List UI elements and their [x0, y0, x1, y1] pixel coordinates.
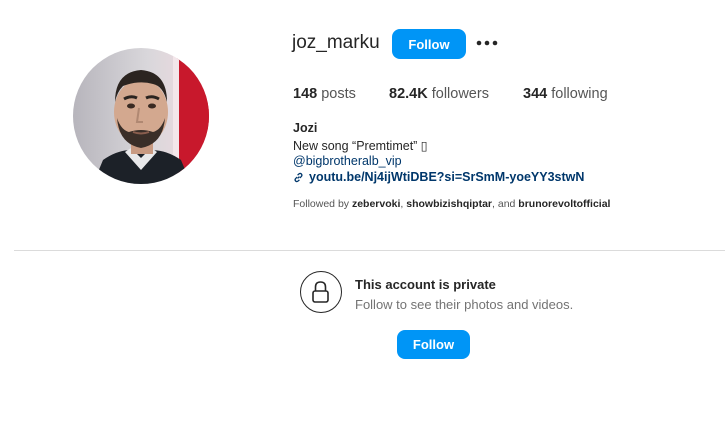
profile-avatar[interactable] [73, 48, 209, 184]
private-account-subtitle: Follow to see their photos and videos. [355, 297, 574, 312]
bio-text: New song “Premtimet” ▯ [293, 139, 428, 153]
followers-count[interactable]: 82.4K [389, 86, 428, 102]
follow-button-private[interactable]: Follow [397, 330, 470, 359]
posts-count: 148 [293, 86, 318, 102]
private-account-title: This account is private [355, 277, 496, 292]
followed-by-separator: , and [492, 198, 519, 210]
following-label[interactable]: following [551, 86, 607, 102]
followers-label[interactable]: followers [432, 86, 489, 102]
section-divider [14, 250, 725, 251]
followed-by-prefix: Followed by [293, 198, 352, 210]
bio-mention-link[interactable]: @bigbrotheralb_vip [293, 154, 402, 168]
following-count[interactable]: 344 [523, 86, 547, 102]
link-icon [294, 172, 303, 183]
following-stat[interactable]: 344 following [523, 86, 608, 102]
followed-by-user[interactable]: zebervoki [352, 198, 400, 210]
follow-button[interactable]: Follow [392, 29, 466, 59]
profile-full-name: Jozi [293, 121, 318, 135]
lock-icon [300, 271, 342, 313]
posts-stat: 148 posts [293, 86, 356, 102]
profile-username: joz_marku [292, 32, 380, 53]
followers-stat[interactable]: 82.4K followers [389, 86, 489, 102]
followed-by-user[interactable]: brunorevoltofficial [518, 198, 610, 210]
more-options-icon[interactable] [474, 30, 500, 56]
link-text[interactable]: youtu.be/Nj4ijWtiDBE?si=SrSmM-yoeYY3stwN [309, 170, 584, 184]
followed-by-text[interactable]: Followed by zebervoki, showbizishqiptar,… [293, 198, 610, 210]
bio-external-link[interactable]: youtu.be/Nj4ijWtiDBE?si=SrSmM-yoeYY3stwN [293, 170, 584, 184]
followed-by-user[interactable]: showbizishqiptar [406, 198, 492, 210]
posts-label: posts [321, 86, 356, 102]
